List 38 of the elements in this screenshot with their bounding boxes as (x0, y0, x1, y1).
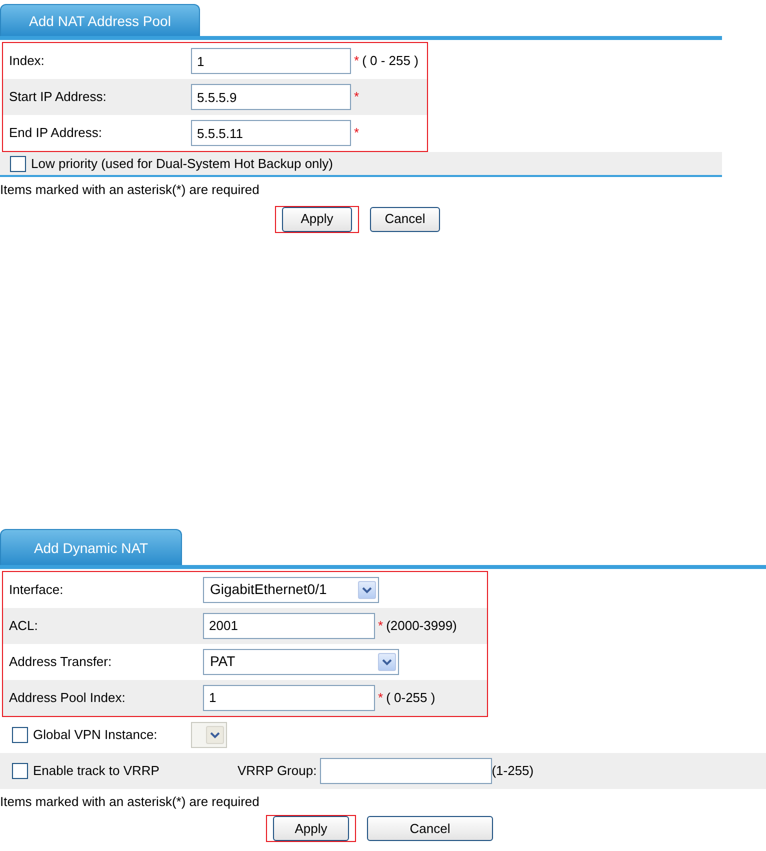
input-field[interactable]: 1 (203, 684, 375, 710)
required-note: Items marked with an asterisk(*) are required (0, 181, 260, 199)
required-note: Items marked with an asterisk(*) are required (0, 792, 260, 811)
field-label: End IP Address: (9, 124, 103, 142)
select-value: GigabitEthernet0/1 (210, 580, 327, 599)
checkbox-label: Enable track to VRRP (33, 762, 160, 780)
select-field[interactable]: GigabitEthernet0/1 (203, 576, 379, 602)
field-label: Start IP Address: (9, 88, 108, 106)
input-field[interactable]: 1 (191, 48, 351, 74)
field-label: Address Transfer: (9, 652, 113, 671)
input-field[interactable]: 2001 (203, 612, 375, 638)
field-label: VRRP Group: (237, 762, 317, 780)
input-field[interactable] (320, 758, 492, 784)
input-field[interactable]: 5.5.5.9 (191, 84, 351, 110)
field-label: ACL: (9, 616, 39, 635)
select-value: PAT (210, 652, 236, 671)
checkbox[interactable] (10, 156, 26, 172)
range-hint: ( 0 - 255 ) (362, 52, 418, 70)
apply-button[interactable]: Apply (273, 816, 349, 841)
cancel-button[interactable]: Cancel (367, 816, 493, 841)
required-mark: * (378, 616, 384, 635)
checkbox-label: Global VPN Instance: (33, 726, 158, 744)
input-field[interactable]: 5.5.5.11 (191, 120, 351, 146)
field-label: Index: (9, 52, 46, 70)
apply-button[interactable]: Apply (282, 206, 352, 232)
required-mark: * (378, 688, 384, 707)
range-hint: (1-255) (492, 762, 534, 780)
required-mark: * (354, 52, 360, 70)
field-label: Address Pool Index: (9, 688, 126, 707)
cancel-button[interactable]: Cancel (370, 206, 440, 232)
checkbox[interactable] (12, 762, 28, 778)
range-hint: (2000-3999) (386, 616, 457, 635)
checkbox-label: Low priority (used for Dual-System Hot Backup only) (31, 154, 334, 173)
select-field[interactable]: PAT (203, 648, 399, 674)
range-hint: ( 0-255 ) (386, 688, 436, 707)
required-mark: * (354, 124, 360, 142)
field-label: Interface: (9, 580, 64, 599)
required-mark: * (354, 88, 360, 106)
